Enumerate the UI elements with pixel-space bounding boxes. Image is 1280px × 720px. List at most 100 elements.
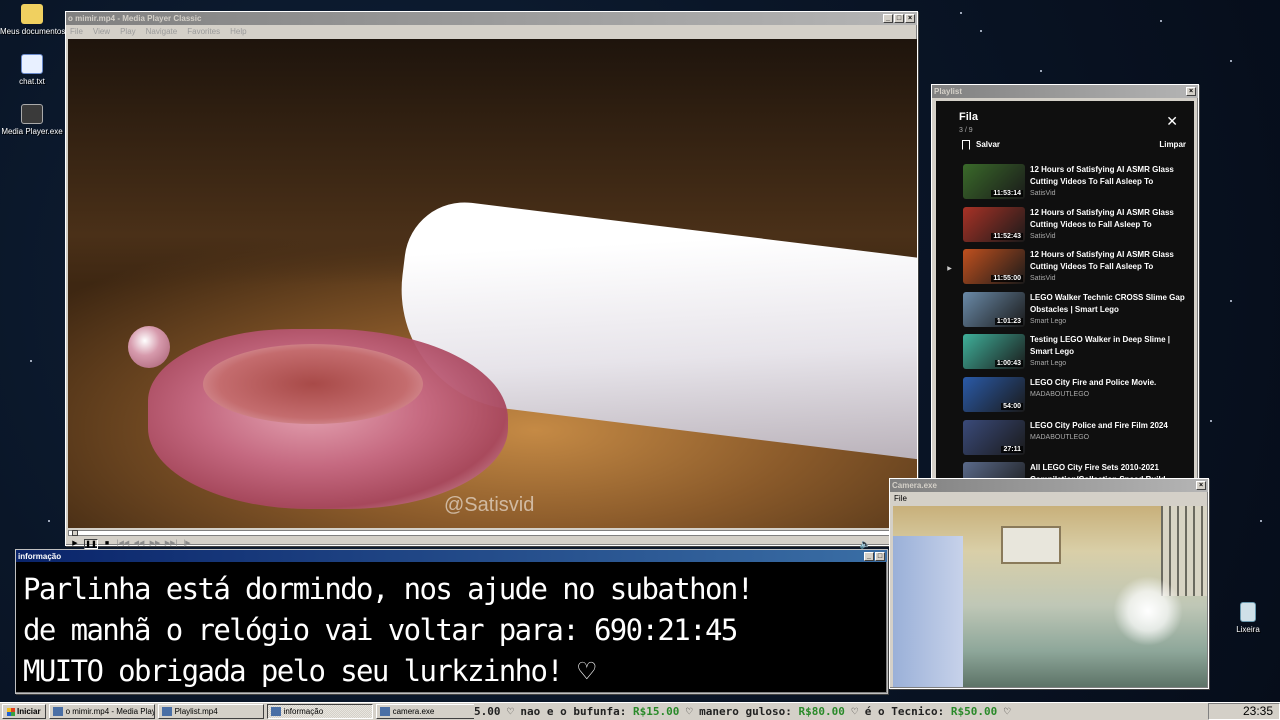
start-label: Iniciar [17,707,41,716]
video-thumbnail: 1:00:43 [963,334,1025,370]
item-marker [936,207,963,223]
donation-ticker: 5.00 ♡ nao e o bufunfa: R$15.00 ♡ manero… [474,703,1207,720]
video-duration: 1:00:43 [994,360,1023,368]
playlist-item[interactable]: 27:11 LEGO City Police and Fire Film 2024… [936,419,1194,463]
video-thumbnail [963,462,1025,479]
menu-file[interactable]: File [894,494,907,503]
frame-step-icon[interactable]: |▶ [180,539,194,549]
video-duration: 11:53:14 [991,190,1023,197]
close-button[interactable]: □ [875,551,885,561]
video-channel: SatisVid [1030,275,1056,283]
video-thumbnail: 11:52:43 [963,206,1025,242]
info-line: de manhã o relógio vai voltar para: 690:… [23,613,738,647]
menu-file[interactable]: File [70,27,83,36]
stop-icon[interactable]: ■ [100,539,114,549]
playlist-titlebar[interactable]: Playlist × [932,85,1198,98]
video-watermark: @Satisvid [444,494,535,516]
seek-bar[interactable] [68,530,917,536]
video-thumbnail: 11:53:14 [963,164,1025,199]
playlist-item[interactable]: 1:00:43 Testing LEGO Walker in Deep Slime… [936,334,1194,377]
video-title: LEGO City Fire and Police Movie. [1030,377,1157,387]
video-channel: SatisVid [1030,232,1056,240]
playlist-window-title: Playlist [934,87,963,96]
video-channel: SatisVid [1030,190,1056,197]
close-icon[interactable]: ✕ [1166,113,1178,130]
playlist-icon [161,707,172,716]
video-title: 12 Hours of Satisfying AI ASMR Glass Cut… [1030,207,1174,229]
camera-menubar: File [890,492,1208,504]
close-button[interactable]: × [1186,87,1196,96]
playlist-item[interactable]: ▶ 11:55:00 12 Hours of Satisfying AI ASMR … [936,249,1194,292]
now-playing-icon: ▶ [947,266,952,273]
menu-navigate[interactable]: Navigate [146,27,178,36]
minimize-button[interactable]: _ [864,551,874,561]
pause-icon[interactable]: ❚❚ [84,539,98,549]
start-button[interactable]: Iniciar [2,704,46,719]
info-message: Parlinha está dormindo, nos ajude no sub… [16,562,887,692]
item-marker [936,292,963,308]
video-frame[interactable]: @Satisvid [68,39,917,528]
menu-view[interactable]: View [93,27,110,36]
rewind-icon[interactable]: ◀◀ [132,539,146,549]
menu-help[interactable]: Help [230,27,246,36]
item-marker [936,377,963,393]
video-duration: 1:01:23 [994,317,1023,325]
media-player-menubar: File View Play Navigate Favorites Help [66,25,917,37]
close-button[interactable]: × [1196,481,1206,490]
camera-icon [379,707,390,716]
queue-count: 3 / 9 [959,127,973,134]
clear-button[interactable]: Limpar [1159,140,1186,150]
playlist-item[interactable]: 54:00 LEGO City Fire and Police Movie. MAD… [936,376,1194,420]
video-title: LEGO Walker Technic CROSS Slime Gap Obst… [1030,292,1185,314]
playlist-item[interactable]: All LEGO City Fire Sets 2010-2021 Compil… [936,462,1194,479]
queue-panel: Fila 3 / 9 ✕ Salvar Limpar 11:53:14 12 Ho… [936,101,1194,479]
video-channel: Smart Lego [1030,360,1067,368]
desktop-icon-media-player[interactable]: Media Player.exe [0,104,64,136]
minimize-button[interactable]: _ [883,14,893,23]
save-label: Salvar [976,140,1001,150]
taskbar-button-camera[interactable]: camera.exe [375,704,482,719]
video-duration: 27:11 [1001,445,1023,453]
queue-title: Fila [959,111,978,123]
desktop-icon-chat-txt[interactable]: chat.txt [0,54,64,86]
video-title: Testing LEGO Walker in Deep Slime | Smar… [1030,335,1171,357]
fast-forward-icon[interactable]: ▶▶ [148,539,162,549]
media-player-window: o mimir.mp4 - Media Player Classic _ □ ×… [65,11,918,549]
taskbar-button-informacao[interactable]: informação [266,704,373,719]
skip-back-icon[interactable]: |◀◀ [116,539,130,549]
item-marker [936,420,963,436]
play-icon[interactable]: ▶ [68,539,82,549]
camera-titlebar[interactable]: Camera.exe × [890,479,1208,492]
item-marker [936,164,963,180]
playlist-item[interactable]: 1:01:23 LEGO Walker Technic CROSS Slime G… [936,291,1194,335]
close-button[interactable]: × [905,14,915,23]
recycle-bin-icon [1240,602,1256,622]
playlist-item[interactable]: 11:52:43 12 Hours of Satisfying AI ASMR G… [936,206,1194,250]
system-clock: 23:35 [1208,703,1280,720]
item-marker [936,334,963,350]
media-player-icon [52,707,63,716]
video-channel: MADABOUTLEGO [1030,390,1090,398]
desktop-icon-documents[interactable]: Meus documentos [0,4,65,36]
info-titlebar[interactable]: informação _ □ [16,550,887,562]
playlist-window: Playlist × Fila 3 / 9 ✕ Salvar Limpar 11… [931,84,1199,480]
item-marker [936,462,963,478]
video-thumbnail: 54:00 [963,376,1025,412]
media-player-titlebar[interactable]: o mimir.mp4 - Media Player Classic _ □ × [66,12,917,25]
webcam-feed [893,506,1207,687]
taskbar-button-media-player[interactable]: o mimir.mp4 - Media Playe... [48,704,155,719]
camera-window-title: Camera.exe [892,481,937,490]
desktop-icon-recycle-bin[interactable]: Lixeira [1216,602,1280,634]
video-channel: Smart Lego [1030,317,1067,325]
maximize-button[interactable]: □ [894,14,904,23]
video-duration: 11:52:43 [991,232,1023,240]
menu-favorites[interactable]: Favorites [187,27,220,36]
save-button[interactable]: Salvar [962,140,1000,150]
taskbar-button-playlist[interactable]: Playlist.mp4 [157,704,264,719]
playlist-item[interactable]: 11:53:14 12 Hours of Satisfying AI ASMR G… [936,164,1194,207]
skip-forward-icon[interactable]: ▶▶| [164,539,178,549]
menu-play[interactable]: Play [120,27,136,36]
seek-thumb[interactable] [71,530,78,536]
info-window: informação _ □ Parlinha está dormindo, n… [15,549,888,694]
playback-controls: ▶ ❚❚ ■ |◀◀ ◀◀ ▶▶ ▶▶| |▶ [68,539,194,549]
